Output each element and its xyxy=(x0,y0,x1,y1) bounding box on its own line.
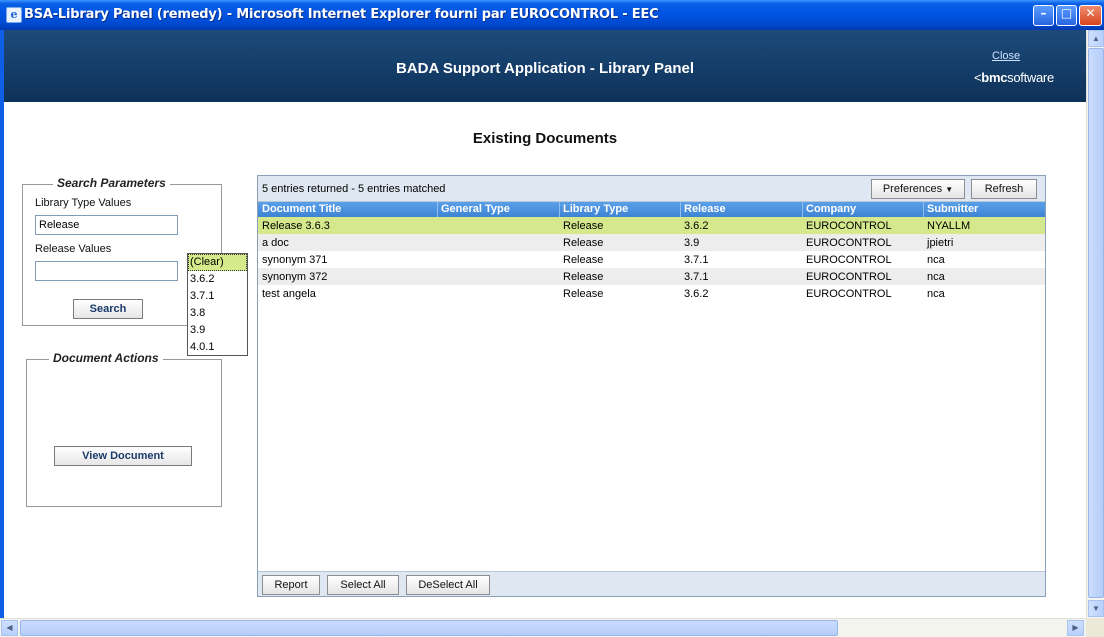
dropdown-option[interactable]: 3.9 xyxy=(188,322,247,339)
column-header[interactable]: Release xyxy=(684,203,726,215)
window-title-bar[interactable]: e BSA-Library Panel (remedy) - Microsoft… xyxy=(0,0,1104,30)
dropdown-option[interactable]: 3.7.1 xyxy=(188,288,247,305)
horizontal-scroll-thumb[interactable] xyxy=(20,620,838,636)
scroll-right-icon[interactable]: ▶ xyxy=(1067,620,1084,636)
window-title: BSA-Library Panel (remedy) - Microsoft I… xyxy=(24,7,659,22)
cell-release: 3.7.1 xyxy=(684,254,709,266)
cell-release: 3.9 xyxy=(684,237,700,249)
cell-library-type: Release xyxy=(563,288,604,300)
brand-bold: bmc xyxy=(981,70,1008,85)
scroll-left-icon[interactable]: ◀ xyxy=(1,620,18,636)
close-window-button[interactable]: ✕ xyxy=(1079,5,1102,26)
column-divider[interactable] xyxy=(437,202,438,217)
table-body: Release 3.6.3 Release 3.6.2 EUROCONTROL … xyxy=(258,217,1045,302)
column-divider[interactable] xyxy=(559,202,560,217)
cell-company: EUROCONTROL xyxy=(806,237,892,249)
cell-company: EUROCONTROL xyxy=(806,254,892,266)
app-header: BADA Support Application - Library Panel… xyxy=(4,30,1086,102)
cell-document-title: test angela xyxy=(262,288,316,300)
search-parameters-legend: Search Parameters xyxy=(53,176,170,190)
cell-library-type: Release xyxy=(563,271,604,283)
brand-rest: software xyxy=(1007,70,1054,85)
cell-release: 3.6.2 xyxy=(684,288,709,300)
release-values-label: Release Values xyxy=(35,243,112,255)
deselect-all-button[interactable]: DeSelect All xyxy=(406,575,490,595)
cell-submitter: jpietri xyxy=(927,237,954,249)
column-divider[interactable] xyxy=(802,202,803,217)
report-button[interactable]: Report xyxy=(262,575,320,595)
browser-viewport: BADA Support Application - Library Panel… xyxy=(0,30,1086,618)
page-title: Existing Documents xyxy=(472,130,618,147)
bmc-software-logo: <bmcsoftware xyxy=(974,70,1054,85)
scroll-down-icon[interactable]: ▼ xyxy=(1088,600,1104,617)
cell-document-title: a doc xyxy=(262,237,289,249)
horizontal-scrollbar[interactable]: ◀ ▶ xyxy=(0,618,1086,637)
cell-submitter: nca xyxy=(927,271,945,283)
cell-company: EUROCONTROL xyxy=(806,271,892,283)
cell-company: EUROCONTROL xyxy=(806,288,892,300)
cell-document-title: Release 3.6.3 xyxy=(262,220,330,232)
minimize-button[interactable]: – xyxy=(1033,5,1054,26)
cell-document-title: synonym 372 xyxy=(262,271,328,283)
release-dropdown-list: (Clear) 3.6.2 3.7.1 3.8 3.9 4.0.1 xyxy=(187,253,248,356)
document-actions-panel: Document Actions View Document xyxy=(26,351,222,507)
vertical-scrollbar[interactable]: ▲ ▼ xyxy=(1086,30,1104,618)
dropdown-option[interactable]: (Clear) xyxy=(188,254,247,271)
documents-table-panel: 5 entries returned - 5 entries matched P… xyxy=(257,175,1046,597)
select-all-button[interactable]: Select All xyxy=(327,575,399,595)
table-row[interactable]: Release 3.6.3 Release 3.6.2 EUROCONTROL … xyxy=(258,217,1045,234)
scroll-up-icon[interactable]: ▲ xyxy=(1088,30,1104,47)
column-header[interactable]: Document Title xyxy=(262,203,341,215)
cell-submitter: NYALLM xyxy=(927,220,971,232)
dropdown-option[interactable]: 3.8 xyxy=(188,305,247,322)
close-link[interactable]: Close xyxy=(992,50,1020,62)
cell-release: 3.7.1 xyxy=(684,271,709,283)
entries-count: 5 entries returned - 5 entries matched xyxy=(262,183,446,195)
column-divider[interactable] xyxy=(680,202,681,217)
table-footer: Report Select All DeSelect All xyxy=(258,571,1045,596)
dropdown-option[interactable]: 4.0.1 xyxy=(188,339,247,356)
table-header: Document Title General Type Library Type… xyxy=(258,202,1045,217)
document-actions-legend: Document Actions xyxy=(49,351,163,365)
column-header[interactable]: Submitter xyxy=(927,203,978,215)
scrollbar-corner xyxy=(1086,618,1104,637)
maximize-button[interactable]: □ xyxy=(1056,5,1077,26)
vertical-scroll-thumb[interactable] xyxy=(1088,48,1104,598)
cell-company: EUROCONTROL xyxy=(806,220,892,232)
table-row[interactable]: a doc Release 3.9 EUROCONTROL jpietri xyxy=(258,234,1045,251)
dropdown-option[interactable]: 3.6.2 xyxy=(188,271,247,288)
cell-library-type: Release xyxy=(563,237,604,249)
search-button[interactable]: Search xyxy=(73,299,143,319)
internet-explorer-icon: e xyxy=(6,7,22,23)
library-type-label: Library Type Values xyxy=(35,197,132,209)
column-header[interactable]: Company xyxy=(806,203,856,215)
column-header[interactable]: General Type xyxy=(441,203,510,215)
table-row[interactable]: synonym 371 Release 3.7.1 EUROCONTROL nc… xyxy=(258,251,1045,268)
caret-down-icon: ▼ xyxy=(945,185,954,194)
refresh-button[interactable]: Refresh xyxy=(971,179,1037,199)
view-document-button[interactable]: View Document xyxy=(54,446,192,466)
column-header[interactable]: Library Type xyxy=(563,203,628,215)
table-row[interactable]: test angela Release 3.6.2 EUROCONTROL nc… xyxy=(258,285,1045,302)
preferences-label: Preferences xyxy=(882,183,943,195)
cell-library-type: Release xyxy=(563,220,604,232)
table-toolbar: 5 entries returned - 5 entries matched P… xyxy=(258,176,1045,202)
release-values-input[interactable] xyxy=(35,261,178,281)
preferences-button[interactable]: Preferences ▼ xyxy=(871,179,965,199)
library-type-input[interactable]: Release xyxy=(35,215,178,235)
cell-submitter: nca xyxy=(927,288,945,300)
cell-document-title: synonym 371 xyxy=(262,254,328,266)
app-title: BADA Support Application - Library Panel xyxy=(395,60,695,77)
cell-release: 3.6.2 xyxy=(684,220,709,232)
cell-library-type: Release xyxy=(563,254,604,266)
cell-submitter: nca xyxy=(927,254,945,266)
column-divider[interactable] xyxy=(923,202,924,217)
table-row[interactable]: synonym 372 Release 3.7.1 EUROCONTROL nc… xyxy=(258,268,1045,285)
